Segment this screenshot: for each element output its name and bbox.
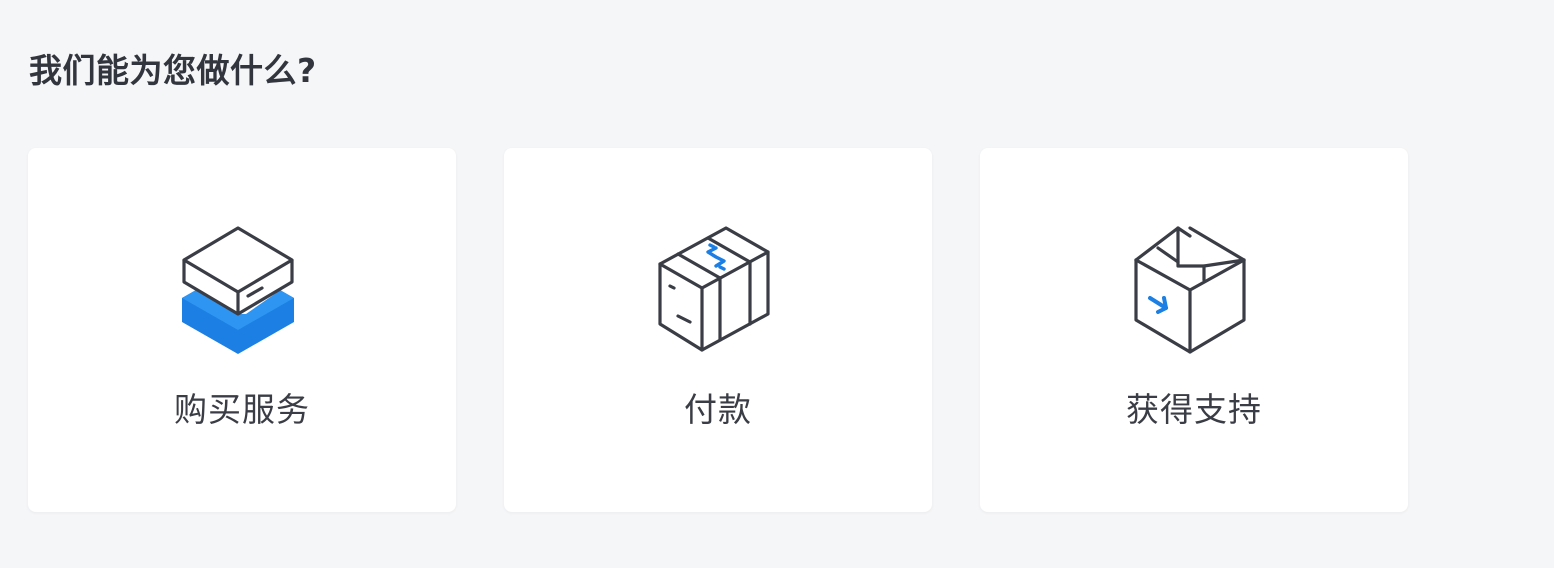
buy-services-card[interactable]: 购买服务: [28, 148, 456, 512]
page-title: 我们能为您做什么?: [29, 51, 317, 90]
card-list: 购买服务 付款 获得支持: [28, 148, 1408, 512]
open-box-arrow-icon: [1134, 226, 1246, 354]
payment-card[interactable]: 付款: [504, 148, 932, 512]
buy-services-label: 购买服务: [174, 390, 310, 429]
get-support-card[interactable]: 获得支持: [980, 148, 1408, 512]
get-support-label: 获得支持: [1126, 390, 1262, 429]
server-stack-icon: [182, 226, 294, 354]
page: 我们能为您做什么? 购买服务 付款 获得支持: [0, 0, 1554, 568]
payment-label: 付款: [684, 390, 752, 429]
dollar-box-icon: [658, 226, 770, 352]
